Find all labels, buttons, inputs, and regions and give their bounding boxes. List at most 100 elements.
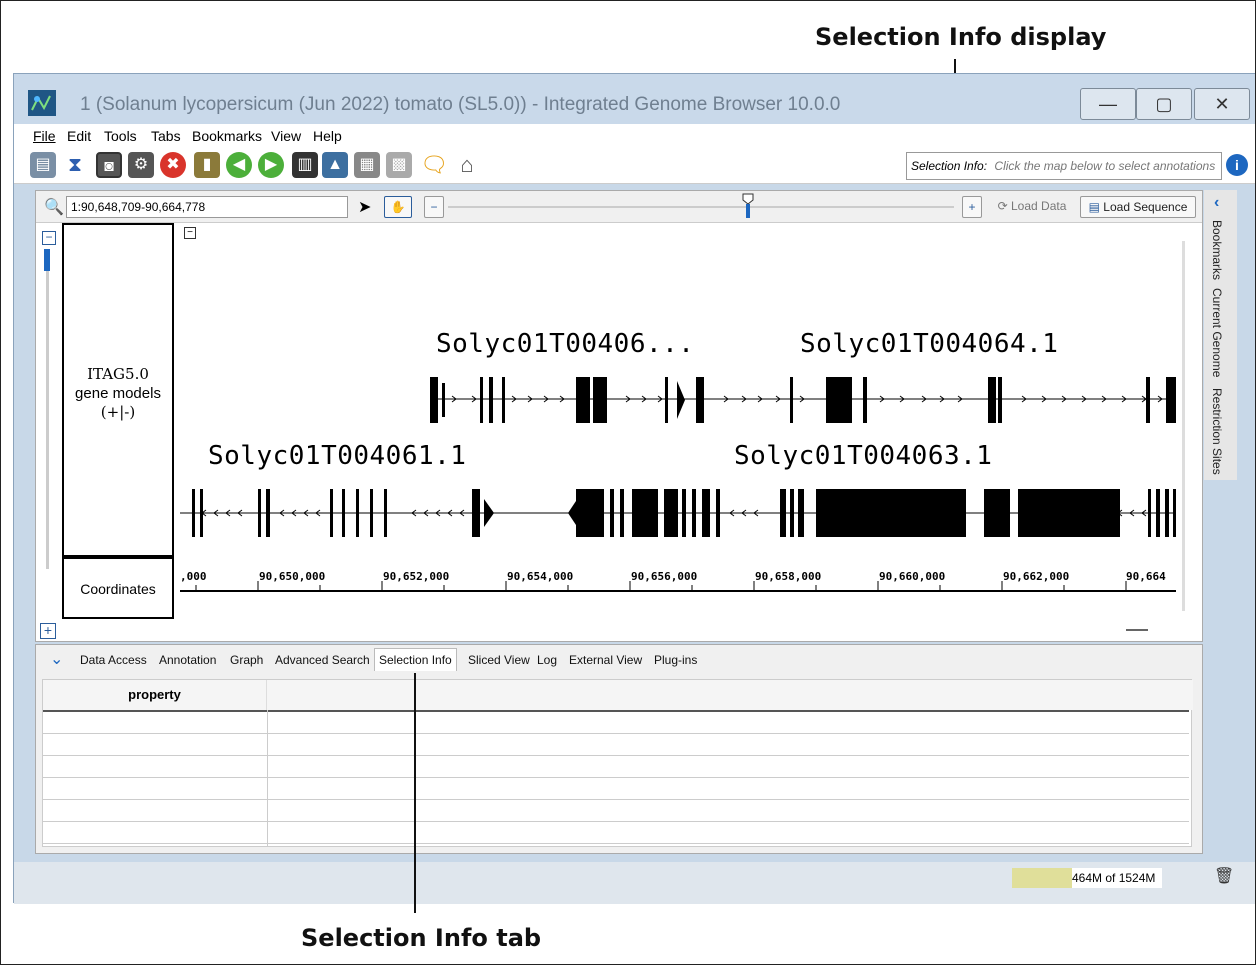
home-icon[interactable]: ⌂ [454, 152, 480, 178]
filmstrip-icon[interactable]: ▥ [292, 152, 318, 178]
gene-track-label-line3: (+|-) [100, 403, 136, 421]
status-bar: 464M of 1524M 🗑 [14, 862, 1255, 904]
right-sidebar: ‹ Bookmarks Current Genome Restriction S… [1204, 190, 1237, 480]
vertical-zoom-thumb[interactable] [44, 249, 50, 271]
menu-view[interactable]: View [271, 128, 301, 144]
tab-graph[interactable]: Graph [226, 651, 267, 669]
collapse-sidebar-icon[interactable]: ‹ [1214, 194, 1219, 212]
tab-advanced-search[interactable]: Advanced Search [271, 651, 374, 669]
coord-tick-label: 90,662,000 [1003, 570, 1070, 583]
panel-divider-handle[interactable] [1126, 629, 1148, 631]
select-cursor-icon[interactable]: ➤ [358, 197, 371, 217]
zoom-slider[interactable] [448, 206, 954, 208]
coord-tick-label: 90,660,000 [879, 570, 946, 583]
coord-tick-label: 90,652,000 [383, 570, 450, 583]
sequence-icon: ▤ [1088, 200, 1104, 214]
gene-track-label: ITAG5.0 gene models (+|-) [62, 223, 174, 557]
minimize-button[interactable]: — [1080, 88, 1136, 120]
gene-label-1[interactable]: Solyc01T00406... [436, 329, 694, 359]
tab-annotation[interactable]: Annotation [155, 651, 220, 669]
side-tab-current-genome[interactable]: Current Genome [1210, 288, 1224, 377]
selection-info-display: Selection Info: Click the map below to s… [906, 152, 1222, 180]
zoom-out-button[interactable]: − [424, 196, 444, 218]
gene-track-label-line1: ITAG5.0 [87, 365, 149, 383]
navigation-row: 🔍 1:90,648,709-90,664,778 ➤ ✋ − + ⟳ Load… [36, 191, 1202, 223]
zoom-slider-thumb[interactable] [742, 193, 754, 219]
magnifier-icon[interactable]: 🔍 [44, 197, 64, 217]
sequence-range-input[interactable]: 1:90,648,709-90,664,778 [66, 196, 348, 218]
table-header-property[interactable]: property [43, 680, 267, 710]
app-logo-icon [28, 90, 56, 116]
coord-track-label-text: Coordinates [80, 581, 156, 597]
gene-label-2[interactable]: Solyc01T004064.1 [800, 329, 1058, 359]
table-row[interactable] [43, 843, 1189, 844]
callout-line-bottom [414, 673, 416, 913]
table-header-value[interactable] [267, 680, 1193, 710]
load-data-label: Load Data [1011, 199, 1067, 213]
trash-icon[interactable]: 🗑 [1214, 866, 1234, 886]
gene-track-label-line2: gene models [75, 385, 161, 402]
camera-icon[interactable]: ◙ [96, 152, 122, 178]
toolbar: ▤ ⧗ ◙ ⚙ ✖ ▮ ◀ ▶ ▥ ▲ ▦ ▩ 🗨 ⌂ Selection In… [14, 148, 1255, 184]
title-bar: 1 (Solanum lycopersicum (Jun 2022) tomat… [14, 74, 1255, 124]
coord-tick-label: 90,650,000 [259, 570, 326, 583]
gear-icon[interactable]: ⚙ [128, 152, 154, 178]
back-arrow-icon[interactable]: ◀ [226, 152, 252, 178]
vertical-zoom-slider[interactable] [46, 249, 49, 569]
menu-file[interactable]: File [33, 128, 56, 144]
menu-bar: File Edit Tools Tabs Bookmarks View Help [14, 124, 1255, 148]
panel-icon[interactable]: ▩ [386, 152, 412, 178]
menu-edit[interactable]: Edit [67, 128, 91, 144]
hand-tool-icon[interactable]: ✋ [384, 196, 412, 218]
table-row[interactable] [43, 733, 1189, 734]
menu-help[interactable]: Help [313, 128, 342, 144]
close-button[interactable]: ✕ [1194, 88, 1250, 120]
bookmark-icon[interactable]: ▮ [194, 152, 220, 178]
zoom-in-button[interactable]: + [962, 196, 982, 218]
maximize-button[interactable]: ▢ [1136, 88, 1192, 120]
side-tab-restriction-sites[interactable]: Restriction Sites [1210, 388, 1224, 475]
coord-track-label: Coordinates [62, 557, 174, 619]
table-column-divider [267, 710, 268, 846]
gene-models-graphic[interactable] [180, 377, 1180, 627]
menu-tools[interactable]: Tools [104, 128, 137, 144]
table-row[interactable] [43, 777, 1189, 778]
info-icon[interactable]: i [1226, 154, 1248, 176]
side-tab-bookmarks[interactable]: Bookmarks [1210, 220, 1224, 280]
comment-icon[interactable]: 🗨 [420, 152, 448, 178]
tab-log[interactable]: Log [533, 651, 561, 669]
refresh-icon: ⟳ [997, 199, 1011, 213]
tab-plug-ins[interactable]: Plug-ins [650, 651, 701, 669]
load-data-button[interactable]: ⟳ Load Data [992, 196, 1072, 218]
memory-label: 464M of 1524M [1072, 871, 1156, 885]
vertical-zoom-in-button[interactable]: + [40, 623, 56, 639]
forward-arrow-icon[interactable]: ▶ [258, 152, 284, 178]
coord-tick-label: 90,654,000 [507, 570, 574, 583]
window-title: 1 (Solanum lycopersicum (Jun 2022) tomat… [80, 94, 841, 115]
collapse-panel-icon[interactable]: ⌄ [50, 649, 63, 669]
stop-icon[interactable]: ✖ [160, 152, 186, 178]
dna-icon[interactable]: ⧗ [62, 152, 88, 178]
coord-tick-label: ,000 [180, 570, 207, 583]
properties-table: property [42, 679, 1193, 847]
memory-bar: 464M of 1524M [1012, 868, 1162, 888]
tab-external-view[interactable]: External View [565, 651, 646, 669]
upload-icon[interactable]: ▲ [322, 152, 348, 178]
collapse-track-icon[interactable]: − [184, 227, 196, 239]
vertical-zoom-out-button[interactable]: − [42, 231, 56, 245]
screenshot-canvas: Selection Info display 1 (Solanum lycope… [0, 0, 1256, 965]
menu-tabs[interactable]: Tabs [151, 128, 181, 144]
table-header-divider [43, 710, 1189, 712]
load-sequence-button[interactable]: ▤ Load Sequence [1080, 196, 1196, 218]
bottom-panel: ⌄ Data Access Annotation Graph Advanced … [35, 644, 1203, 854]
tab-sliced-view[interactable]: Sliced View [464, 651, 534, 669]
menu-bookmarks[interactable]: Bookmarks [192, 128, 262, 144]
tab-selection-info[interactable]: Selection Info [374, 648, 457, 671]
grid-icon[interactable]: ▦ [354, 152, 380, 178]
table-row[interactable] [43, 799, 1189, 800]
table-row[interactable] [43, 755, 1189, 756]
table-row[interactable] [43, 821, 1189, 822]
tab-data-access[interactable]: Data Access [76, 651, 151, 669]
vertical-scrollbar[interactable] [1182, 241, 1185, 611]
open-folder-icon[interactable]: ▤ [30, 152, 56, 178]
